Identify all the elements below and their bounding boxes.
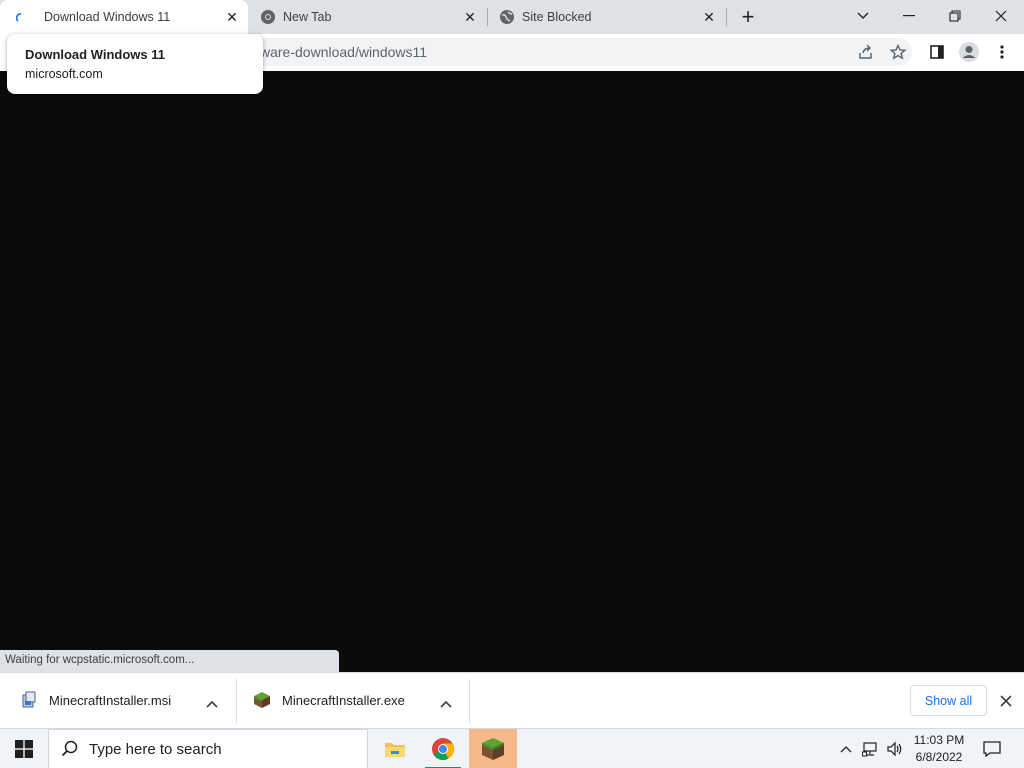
tab-download-windows-11[interactable]: Download Windows 11 ✕ <box>0 0 248 34</box>
tab-close-button[interactable]: ✕ <box>701 9 717 25</box>
close-icon <box>1000 695 1012 707</box>
tab-close-button[interactable]: ✕ <box>224 9 240 25</box>
file-explorer-icon <box>385 743 405 757</box>
notification-center-button[interactable] <box>978 729 1006 768</box>
download-item[interactable]: MinecraftInstaller.exe <box>237 679 469 723</box>
taskbar-chrome[interactable] <box>419 729 467 768</box>
tab-hover-card: Download Windows 11 microsoft.com <box>7 34 263 94</box>
tab-title: Download Windows 11 <box>44 10 171 24</box>
show-hidden-icons-button[interactable] <box>836 729 856 768</box>
taskbar-file-explorer[interactable] <box>371 729 419 768</box>
tab-title: New Tab <box>283 10 332 24</box>
clock-time: 11:03 PM <box>913 733 965 747</box>
tab-search-button[interactable] <box>840 0 886 32</box>
tab-divider <box>726 8 727 26</box>
windows-logo-icon <box>15 740 33 758</box>
taskbar-search-box[interactable]: Type here to search <box>48 729 368 768</box>
network-tray-button[interactable] <box>860 729 882 768</box>
side-panel-button[interactable] <box>925 40 949 64</box>
download-shelf: MinecraftInstaller.msi MinecraftInstalle… <box>0 672 1024 728</box>
loading-spinner-icon <box>15 12 26 22</box>
download-item[interactable]: MinecraftInstaller.msi <box>0 679 236 723</box>
chrome-icon <box>432 738 454 760</box>
hover-card-domain: microsoft.com <box>25 67 103 81</box>
bookmark-button[interactable] <box>886 40 910 64</box>
restore-button[interactable] <box>932 0 978 32</box>
status-bubble: Waiting for wcpstatic.microsoft.com... <box>0 650 339 672</box>
close-window-button[interactable] <box>978 0 1024 32</box>
restore-icon <box>949 10 961 22</box>
close-download-shelf-button[interactable] <box>996 691 1016 711</box>
browser-tabstrip: Download Windows 11 ✕ New Tab ✕ Site Blo… <box>0 0 1024 34</box>
star-icon <box>890 44 906 60</box>
share-icon <box>859 44 872 59</box>
tab-close-button[interactable]: ✕ <box>462 9 478 25</box>
tab-divider <box>487 8 488 26</box>
new-tab-button[interactable]: + <box>736 4 760 29</box>
msi-package-icon <box>20 691 38 709</box>
chrome-icon <box>260 9 276 25</box>
tab-site-blocked[interactable]: Site Blocked ✕ <box>489 0 725 34</box>
minimize-icon <box>903 15 915 17</box>
screen: Download Windows 11 ✕ New Tab ✕ Site Blo… <box>0 0 1024 768</box>
chevron-up-icon <box>840 746 852 753</box>
taskbar-clock[interactable]: 11:03 PM 6/8/2022 <box>904 732 974 766</box>
clock-date: 6/8/2022 <box>915 750 963 764</box>
globe-icon <box>499 9 515 25</box>
minecraft-icon <box>482 738 504 760</box>
search-icon <box>61 740 79 758</box>
profile-button[interactable] <box>957 40 981 64</box>
side-panel-icon <box>930 45 944 59</box>
page-content[interactable] <box>0 71 1024 672</box>
start-button[interactable] <box>0 729 48 768</box>
notification-icon <box>983 741 1001 757</box>
taskbar-minecraft[interactable] <box>469 729 517 768</box>
tab-title: Site Blocked <box>522 10 592 24</box>
minimize-button[interactable] <box>886 0 932 32</box>
download-divider <box>469 679 470 723</box>
profile-avatar-icon <box>959 42 979 62</box>
download-filename: MinecraftInstaller.msi <box>49 693 172 708</box>
volume-tray-button[interactable] <box>884 729 906 768</box>
share-button[interactable] <box>854 40 878 64</box>
windows-taskbar: Type here to search 11:03 PM 6/8/2022 <box>0 728 1024 768</box>
close-icon <box>995 10 1007 22</box>
chevron-up-icon[interactable] <box>206 695 218 708</box>
tab-new-tab[interactable]: New Tab ✕ <box>250 0 486 34</box>
more-vert-icon <box>1000 45 1004 59</box>
minecraft-block-icon <box>253 691 271 709</box>
show-all-downloads-button[interactable]: Show all <box>910 685 987 716</box>
menu-button[interactable] <box>990 40 1014 64</box>
search-placeholder: Type here to search <box>89 741 222 758</box>
address-url-text[interactable]: ware-download/windows11 <box>260 44 427 60</box>
chevron-down-icon <box>857 12 869 19</box>
speaker-icon <box>887 741 902 757</box>
hover-card-title: Download Windows 11 <box>25 47 166 62</box>
download-filename: MinecraftInstaller.exe <box>282 693 405 708</box>
network-icon <box>862 742 877 757</box>
chevron-up-icon[interactable] <box>440 695 452 708</box>
